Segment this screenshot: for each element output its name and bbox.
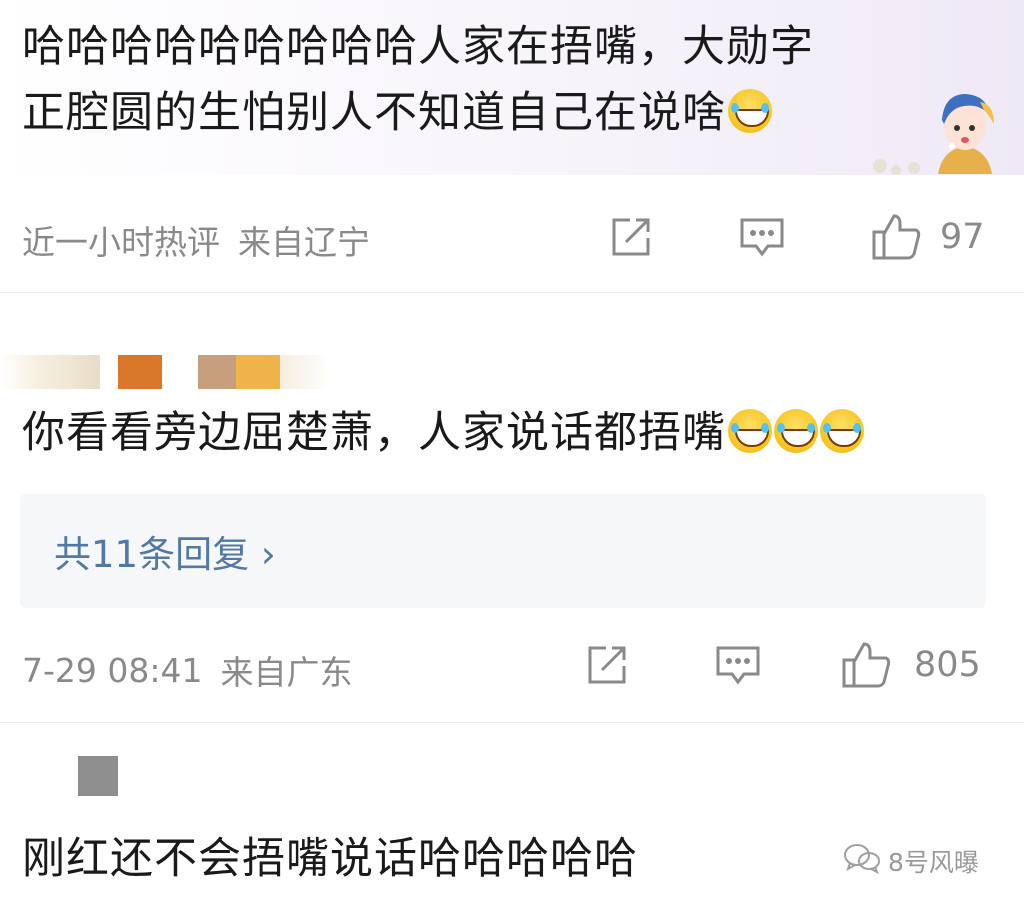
comment-2-meta: 7-29 08:41 来自广东 [22, 646, 353, 694]
comment-2-location: 来自广东 [220, 653, 353, 692]
divider-1 [0, 292, 1024, 293]
laughing-tears-emoji-icon [728, 89, 772, 133]
comment-1-actions: 97 [608, 212, 985, 262]
comment-2-likes: 805 [914, 645, 981, 685]
comment-3-avatar-blurred [78, 756, 118, 796]
comment-1-line1: 哈哈哈哈哈哈哈哈哈人家在捂嘴，大勋字 [22, 22, 814, 72]
decor-dots [870, 148, 930, 180]
comment-icon[interactable] [738, 214, 786, 260]
thumbs-up-icon[interactable] [870, 212, 922, 262]
comment-1-text: 哈哈哈哈哈哈哈哈哈人家在捂嘴，大勋字 正腔圆的生怕别人不知道自己在说啥 [22, 14, 922, 146]
reply-summary-box[interactable]: 共11条回复 › [20, 494, 986, 608]
comment-1-meta: 近一小时热评 来自辽宁 [22, 216, 370, 264]
wechat-icon [842, 842, 882, 880]
divider-2 [0, 722, 1024, 723]
laughing-tears-emoji-icon [774, 409, 818, 453]
sticker-girl-icon [930, 80, 1000, 176]
laughing-tears-emoji-icon [820, 409, 864, 453]
share-icon[interactable] [584, 642, 630, 688]
blurred-avatar-pixel [0, 355, 100, 389]
comment-2-text: 你看看旁边屈楚萧，人家说话都捂嘴 [22, 400, 864, 466]
blurred-name-pixel [236, 355, 280, 389]
comment-2-actions: 805 [584, 640, 981, 690]
blurred-name-pixel [280, 355, 330, 389]
comment-icon[interactable] [714, 642, 762, 688]
comment-1-likes: 97 [940, 217, 985, 257]
comment-1-location: 来自辽宁 [238, 223, 370, 262]
watermark: 8号风曝 [842, 842, 979, 880]
comment-1-line2: 正腔圆的生怕别人不知道自己在说啥 [22, 80, 922, 146]
blurred-name-pixel [198, 355, 236, 389]
view-replies-link[interactable]: 共11条回复 › [54, 524, 276, 578]
comment-3-text: 刚红还不会捂嘴说话哈哈哈哈哈 [22, 834, 638, 884]
comment-1-time: 近一小时热评 [22, 223, 220, 262]
laughing-tears-emoji-icon [728, 409, 772, 453]
comment-1: 哈哈哈哈哈哈哈哈哈人家在捂嘴，大勋字 正腔圆的生怕别人不知道自己在说啥 近一小时… [0, 0, 1024, 290]
comment-2-time: 7-29 08:41 [22, 650, 203, 690]
watermark-text: 8号风曝 [888, 848, 979, 877]
blurred-name-pixel [118, 355, 162, 389]
share-icon[interactable] [608, 214, 654, 260]
thumbs-up-icon[interactable] [840, 640, 892, 690]
